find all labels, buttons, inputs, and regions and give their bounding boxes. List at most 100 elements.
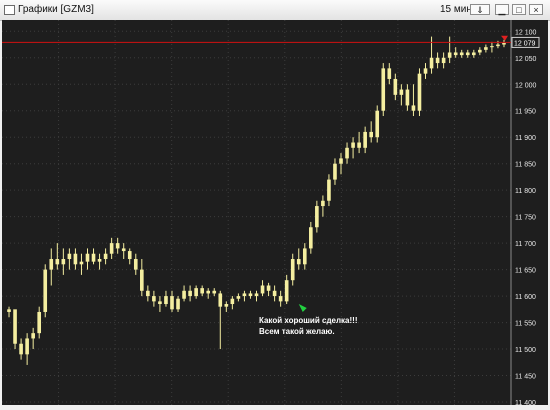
candle-body [25, 338, 29, 355]
candle-body [363, 131, 367, 148]
candle-body [206, 290, 211, 294]
candle-body [248, 293, 253, 297]
candle-body [97, 259, 102, 262]
candle-body [423, 68, 428, 74]
price-tick-label: 12 000 [515, 82, 537, 89]
chart-background [2, 20, 548, 405]
price-tick-label: 11 950 [515, 109, 536, 116]
candle-body [478, 49, 482, 53]
candle-body [459, 52, 464, 56]
candle-body [502, 42, 506, 45]
maximize-button[interactable]: □ [512, 4, 526, 15]
candle-body [121, 248, 126, 252]
candle-body [447, 52, 452, 58]
candle-body [140, 269, 144, 291]
candle-body [7, 309, 11, 312]
price-tick-label: 11 400 [515, 400, 536, 405]
candle-body [393, 78, 398, 95]
timeframe-dropdown-button[interactable]: ⇓ [470, 4, 490, 15]
candle-body [351, 142, 355, 148]
candle-body [272, 290, 277, 297]
price-tick-label: 11 600 [515, 294, 536, 301]
candle-body [417, 73, 422, 111]
price-tick-label: 11 450 [515, 374, 536, 381]
candle-body [387, 68, 392, 79]
price-tick-label: 12 050 [515, 56, 537, 63]
candle-body [127, 251, 132, 260]
price-tick-label: 11 550 [515, 321, 536, 328]
candle-body [266, 285, 271, 291]
candle-body [453, 52, 458, 56]
candle [417, 68, 422, 117]
candle-body [441, 57, 446, 64]
candle-body [170, 296, 174, 310]
candle-body [13, 309, 17, 344]
candle-body [176, 298, 180, 310]
minimize-button[interactable]: ▁ [495, 4, 509, 15]
candle-body [260, 285, 265, 294]
candle-body [188, 290, 192, 297]
candle [375, 105, 380, 143]
candle-body [200, 288, 204, 294]
candle-body [496, 44, 500, 47]
candle-body [152, 296, 156, 302]
candle-body [465, 52, 470, 56]
candle-body [55, 259, 60, 265]
candle-body [399, 89, 404, 95]
candle-body [212, 290, 217, 294]
price-tick-label: 11 850 [515, 162, 536, 169]
candle-body [302, 248, 307, 265]
price-tick-label: 11 500 [515, 347, 536, 354]
candle-body [369, 131, 373, 138]
candle [381, 63, 386, 117]
candle-body [19, 343, 23, 355]
candle-body [435, 57, 440, 64]
candle-body [230, 298, 235, 305]
candle-body [67, 253, 72, 260]
candle-body [242, 293, 247, 297]
candlestick-chart[interactable]: 12 100 12 050 12 000 11 950 11 900 11 850 11 8… [2, 20, 548, 407]
candle-body [411, 105, 416, 111]
price-tick-label: 11 750 [515, 215, 536, 222]
price-axis: 12 100 12 050 12 000 11 950 11 900 11 850 11 8… [515, 29, 537, 407]
candle-body [357, 142, 361, 148]
candle-body [85, 253, 90, 262]
candle-body [182, 290, 186, 299]
price-tick-label: 11 900 [515, 135, 536, 142]
current-price-label: 12 079 [514, 40, 536, 47]
candle-body [375, 110, 380, 138]
candle-body [278, 296, 283, 302]
candle-body [284, 280, 289, 302]
price-tick-label: 11 700 [515, 241, 536, 248]
price-tick-label: 12 100 [515, 29, 537, 36]
candle-body [146, 290, 150, 297]
price-tick-label: 11 800 [515, 188, 536, 195]
chart-window-icon [4, 5, 15, 15]
window-title: Графики [GZM3] [18, 4, 94, 15]
candle-body [103, 253, 108, 260]
candle-body [73, 253, 78, 265]
candle-body [327, 179, 331, 201]
candle-body [43, 269, 48, 312]
candle-body [31, 333, 35, 339]
candle-body [381, 68, 386, 111]
close-button[interactable]: × [529, 4, 543, 15]
candle-body [61, 259, 66, 265]
annotation-line-1: Какой хороший сделка!!! [259, 316, 358, 325]
price-tick-label: 11 650 [515, 268, 536, 275]
candle-body [218, 293, 223, 307]
candle-body [333, 163, 337, 180]
candle-body [164, 296, 168, 305]
candle-body [115, 243, 120, 249]
candle-body [471, 52, 476, 56]
candle-body [405, 89, 410, 106]
candle-body [91, 253, 96, 262]
candle-body [296, 259, 301, 265]
candle-body [315, 206, 319, 228]
candle-body [158, 301, 162, 305]
chart-area[interactable]: 12 100 12 050 12 000 11 950 11 900 11 850 11 8… [2, 20, 548, 407]
candle-body [309, 227, 313, 249]
candle-body [429, 57, 434, 69]
candle-body [290, 259, 295, 281]
candle-body [254, 293, 259, 297]
